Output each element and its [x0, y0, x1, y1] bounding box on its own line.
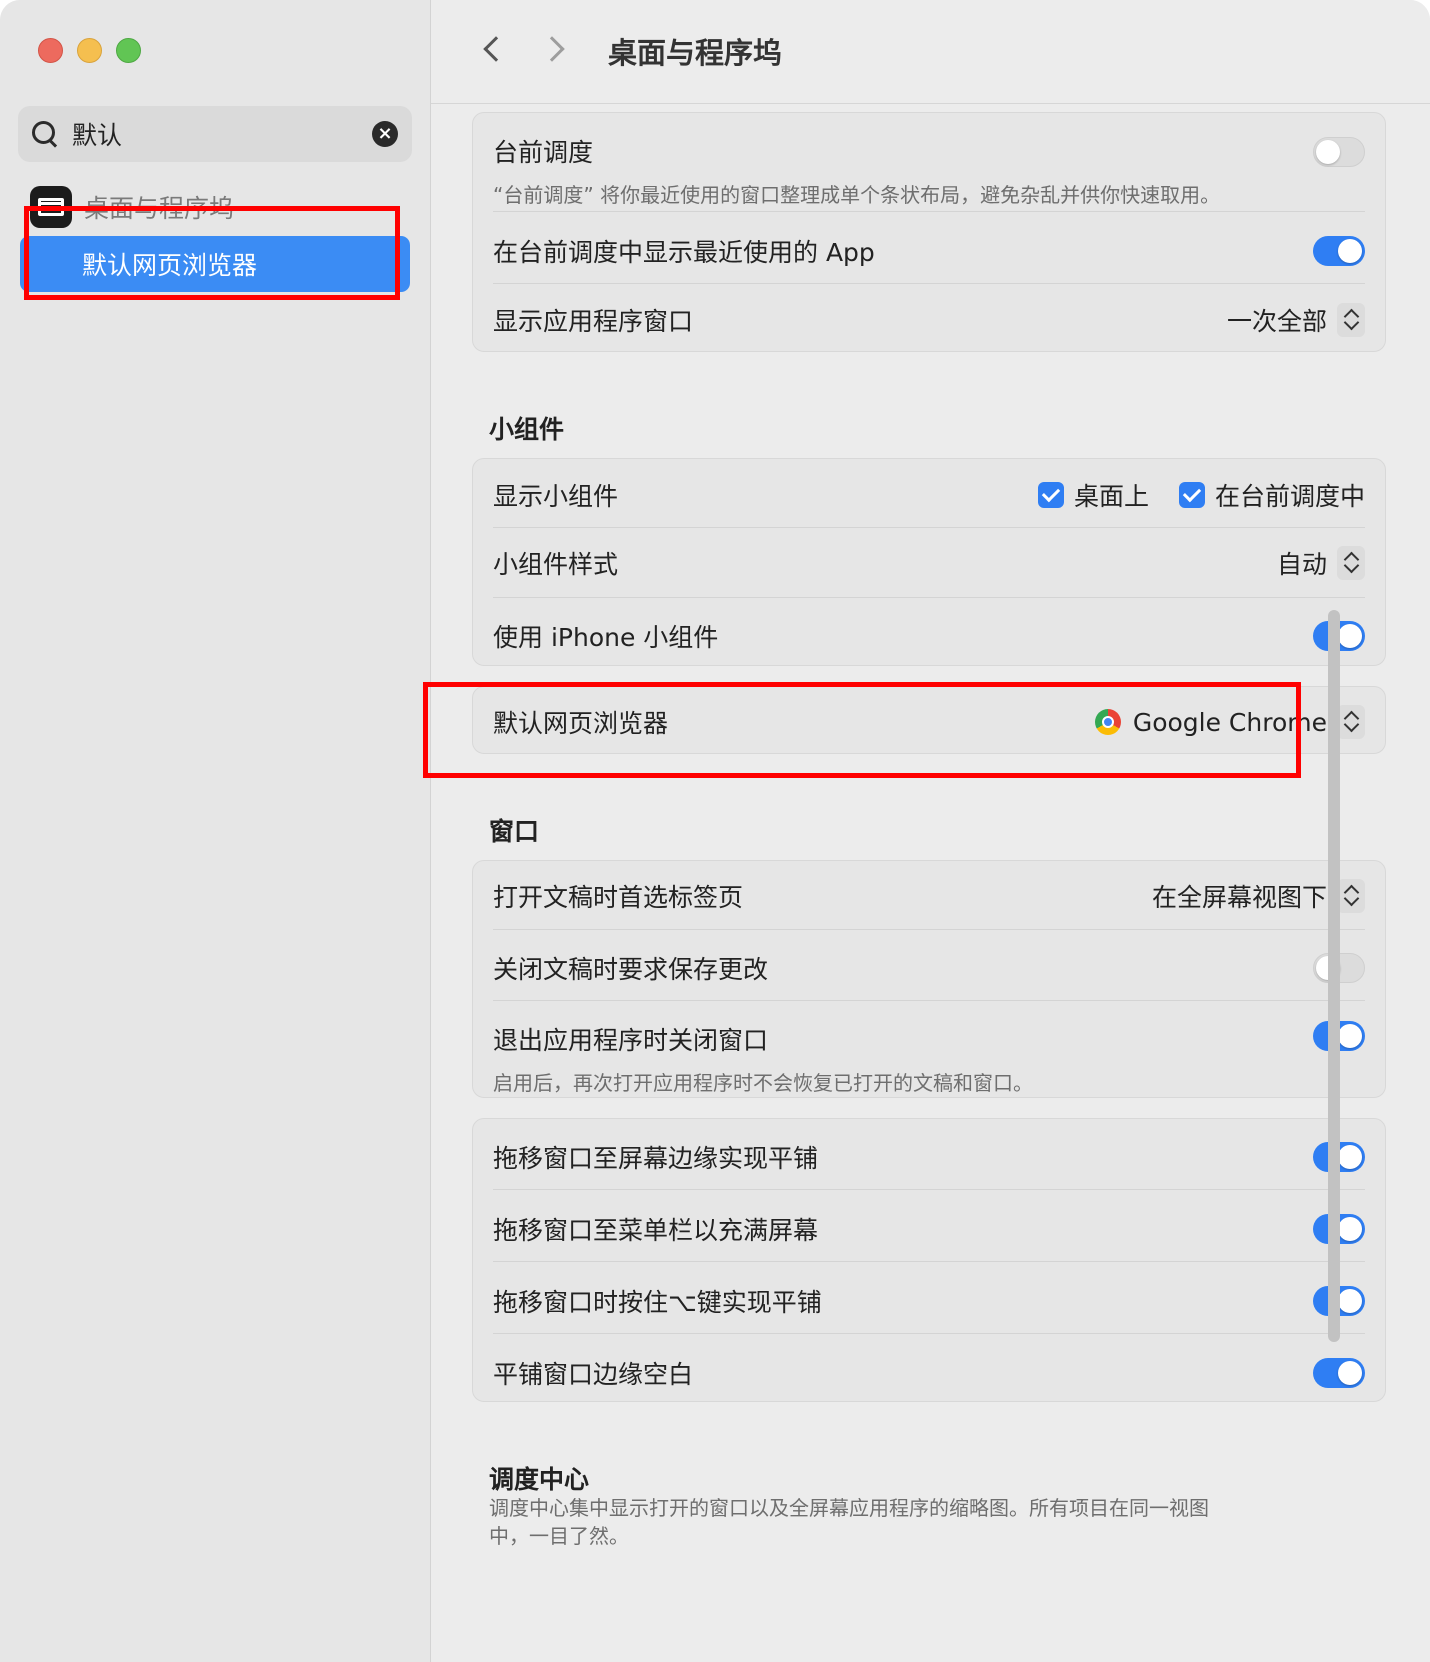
- sidebar-group-label: 桌面与程序坞: [84, 194, 235, 223]
- tile-margins-label: 平铺窗口边缘空白: [493, 1360, 694, 1389]
- close-windows-label: 退出应用程序时关闭窗口: [493, 1026, 769, 1055]
- tile-menubar-row: 拖移窗口至菜单栏以充满屏幕: [493, 1211, 1365, 1247]
- settings-window: 默认 × 桌面与程序坞 默认网页浏览器 桌面与程序坞 台前调度 “台前调度” 将…: [0, 0, 1430, 1662]
- show-windows-label: 显示应用程序窗口: [493, 307, 694, 336]
- close-window-button[interactable]: [38, 38, 63, 63]
- page-title: 桌面与程序坞: [608, 36, 783, 70]
- default-browser-row: 默认网页浏览器 Google Chrome: [493, 704, 1365, 740]
- sidebar-group-desktop-dock[interactable]: 桌面与程序坞: [30, 186, 234, 228]
- window-controls: [38, 38, 141, 63]
- tiling-panel: 拖移窗口至屏幕边缘实现平铺 拖移窗口至菜单栏以充满屏幕 拖移窗口时按住⌥键实现平…: [472, 1118, 1386, 1402]
- stage-manager-description: “台前调度” 将你最近使用的窗口整理成单个条状布局，避免杂乱并供你快速取用。: [493, 183, 1221, 207]
- default-browser-value: Google Chrome: [1132, 707, 1327, 737]
- mission-control-section-title: 调度中心: [489, 1465, 590, 1494]
- show-recent-apps-label: 在台前调度中显示最近使用的 App: [493, 238, 875, 267]
- tile-option-row: 拖移窗口时按住⌥键实现平铺: [493, 1283, 1365, 1319]
- tile-margins-toggle[interactable]: [1313, 1358, 1365, 1388]
- sidebar: 默认 × 桌面与程序坞 默认网页浏览器: [0, 0, 431, 1662]
- show-widgets-label: 显示小组件: [493, 482, 619, 511]
- default-browser-panel: 默认网页浏览器 Google Chrome: [472, 686, 1386, 754]
- chrome-icon: [1094, 709, 1121, 735]
- tile-edge-label: 拖移窗口至屏幕边缘实现平铺: [493, 1144, 819, 1173]
- prefer-tabs-row: 打开文稿时首选标签页 在全屏幕视图下: [493, 878, 1365, 914]
- zoom-window-button[interactable]: [116, 38, 141, 63]
- search-field[interactable]: 默认 ×: [18, 106, 412, 162]
- widget-style-popup[interactable]: 自动: [1277, 545, 1365, 581]
- chevron-right-icon: [539, 36, 565, 62]
- prefer-tabs-value: 在全屏幕视图下: [1151, 883, 1327, 912]
- iphone-widgets-row: 使用 iPhone 小组件: [493, 618, 1365, 654]
- iphone-widgets-label: 使用 iPhone 小组件: [493, 623, 719, 652]
- in-stage-manager-checkbox[interactable]: 在台前调度中: [1178, 477, 1365, 513]
- widget-style-value: 自动: [1276, 550, 1327, 579]
- main-content: 桌面与程序坞 台前调度 “台前调度” 将你最近使用的窗口整理成单个条状布局，避免…: [423, 0, 1430, 1662]
- widgets-panel: 显示小组件 桌面上 在台前调度中 小组件样式 自动 使用 iPhone 小组件: [472, 458, 1386, 666]
- default-browser-popup[interactable]: Google Chrome: [1094, 705, 1365, 739]
- tile-option-label: 拖移窗口时按住⌥键实现平铺: [493, 1288, 822, 1317]
- on-desktop-label: 桌面上: [1073, 482, 1149, 511]
- clear-search-icon[interactable]: ×: [372, 121, 398, 147]
- up-down-arrows-icon: [1337, 705, 1365, 739]
- sidebar-item-default-browser[interactable]: 默认网页浏览器: [20, 236, 410, 292]
- windows-panel: 打开文稿时首选标签页 在全屏幕视图下 关闭文稿时要求保存更改 退出应用程序时关闭…: [472, 860, 1386, 1098]
- checkmark-icon: [1037, 482, 1064, 508]
- mission-control-description: 调度中心集中显示打开的窗口以及全屏幕应用程序的缩略图。所有项目在同一视图中，一目…: [489, 1496, 1209, 1548]
- show-widgets-options: 桌面上 在台前调度中: [1037, 477, 1365, 513]
- toolbar: 桌面与程序坞: [431, 0, 1430, 104]
- desktop-dock-icon: [30, 186, 72, 228]
- ask-save-row: 关闭文稿时要求保存更改: [493, 950, 1365, 986]
- tile-margins-row: 平铺窗口边缘空白: [493, 1355, 1365, 1391]
- prefer-tabs-label: 打开文稿时首选标签页: [493, 883, 744, 912]
- in-stage-manager-label: 在台前调度中: [1214, 482, 1365, 511]
- show-windows-value: 一次全部: [1226, 307, 1327, 336]
- show-windows-row: 显示应用程序窗口 一次全部: [493, 302, 1365, 338]
- widgets-section-title: 小组件: [489, 415, 565, 444]
- stage-manager-label: 台前调度: [493, 138, 594, 167]
- stage-manager-toggle[interactable]: [1313, 137, 1365, 167]
- vertical-scrollbar[interactable]: [1328, 610, 1340, 1342]
- widget-style-row: 小组件样式 自动: [493, 545, 1365, 581]
- close-windows-description: 启用后，再次打开应用程序时不会恢复已打开的文稿和窗口。: [493, 1071, 1033, 1095]
- show-widgets-row: 显示小组件 桌面上 在台前调度中: [493, 477, 1365, 513]
- checkmark-icon: [1178, 482, 1205, 508]
- windows-section-title: 窗口: [489, 817, 540, 846]
- forward-button[interactable]: [539, 34, 571, 68]
- stage-manager-row: 台前调度 “台前调度” 将你最近使用的窗口整理成单个条状布局，避免杂乱并供你快速…: [493, 133, 1365, 208]
- close-windows-row: 退出应用程序时关闭窗口 启用后，再次打开应用程序时不会恢复已打开的文稿和窗口。: [493, 1021, 1365, 1096]
- stage-manager-panel: 台前调度 “台前调度” 将你最近使用的窗口整理成单个条状布局，避免杂乱并供你快速…: [472, 112, 1386, 352]
- default-browser-label: 默认网页浏览器: [493, 709, 669, 738]
- up-down-arrows-icon: [1337, 879, 1365, 913]
- back-button[interactable]: [475, 34, 509, 68]
- up-down-arrows-icon: [1337, 546, 1365, 580]
- minimize-window-button[interactable]: [77, 38, 102, 63]
- tile-edge-row: 拖移窗口至屏幕边缘实现平铺: [493, 1139, 1365, 1175]
- search-input[interactable]: 默认: [72, 116, 372, 152]
- search-icon: [32, 121, 58, 147]
- chevron-left-icon: [483, 36, 509, 62]
- widget-style-label: 小组件样式: [493, 550, 619, 579]
- on-desktop-checkbox[interactable]: 桌面上: [1037, 477, 1149, 513]
- show-windows-popup[interactable]: 一次全部: [1227, 302, 1365, 338]
- show-recent-apps-row: 在台前调度中显示最近使用的 App: [493, 233, 1365, 269]
- tile-menubar-label: 拖移窗口至菜单栏以充满屏幕: [493, 1216, 819, 1245]
- sidebar-item-label: 默认网页浏览器: [82, 251, 258, 280]
- up-down-arrows-icon: [1337, 303, 1365, 337]
- ask-save-label: 关闭文稿时要求保存更改: [493, 955, 769, 984]
- show-recent-apps-toggle[interactable]: [1313, 236, 1365, 266]
